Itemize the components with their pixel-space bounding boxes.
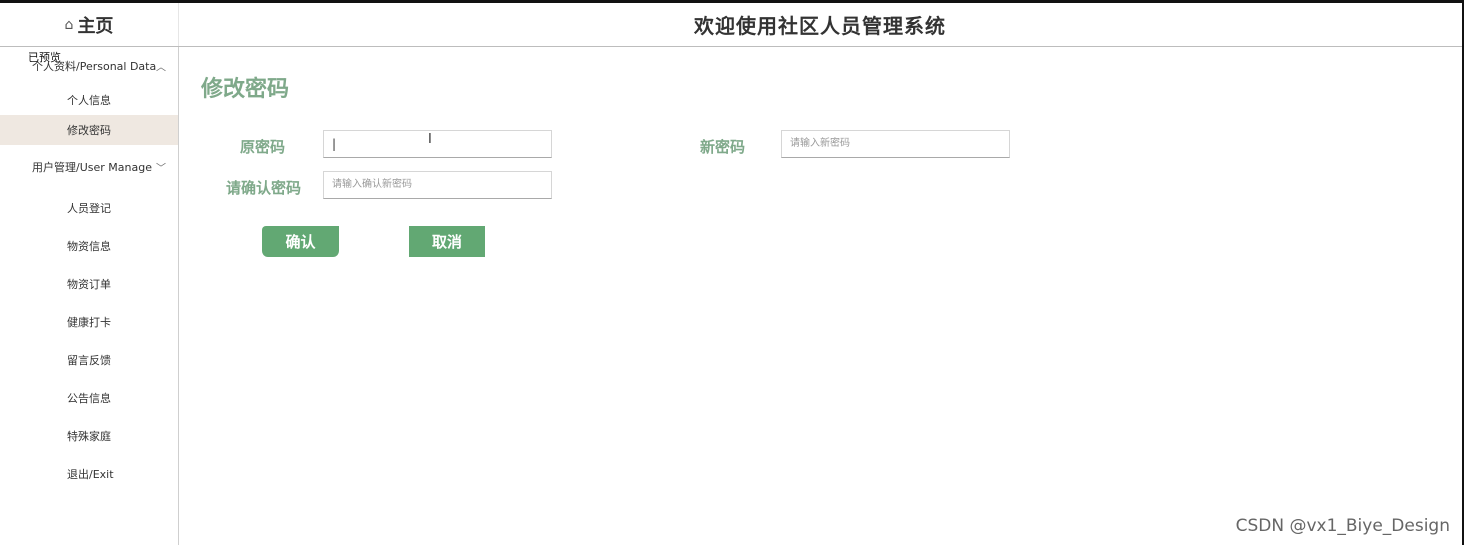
menu-group-label: 用户管理/User Manage: [32, 161, 152, 174]
text-caret: |: [332, 137, 337, 151]
old-password-label: 原密码: [239, 138, 285, 156]
sidebar-item-announcements[interactable]: 公告信息: [0, 379, 178, 417]
menu-group-user-manage[interactable]: 用户管理/User Manage ﹀: [0, 145, 178, 189]
cancel-button[interactable]: 取消: [409, 226, 485, 257]
sidebar-item-exit[interactable]: 退出/Exit: [0, 455, 178, 493]
page-title: 修改密码: [201, 77, 290, 102]
new-password-input[interactable]: 请输入新密码: [781, 130, 1010, 158]
sidebar-item-profile[interactable]: 个人信息: [0, 85, 178, 115]
sidebar-item-health-checkin[interactable]: 健康打卡: [0, 303, 178, 341]
header: ⌂ 主页 欢迎使用社区人员管理系统: [0, 3, 1462, 47]
mouse-cursor-icon: I: [428, 132, 432, 147]
main-content: 修改密码 原密码 | I 新密码 请输入新密码 请确认密码 请输入确认新密码 确…: [179, 47, 1462, 545]
home-icon: ⌂: [64, 16, 74, 33]
sidebar-item-supplies[interactable]: 物资信息: [0, 227, 178, 265]
menu-group-label: 个人资料/Personal Data: [32, 60, 157, 73]
old-password-input[interactable]: |: [323, 130, 552, 158]
system-title: 欢迎使用社区人员管理系统: [694, 14, 946, 38]
sidebar-item-orders[interactable]: 物资订单: [0, 265, 178, 303]
chevron-up-icon: ︿: [156, 62, 166, 74]
confirm-password-label: 请确认密码: [225, 179, 301, 197]
menu-group-personal[interactable]: 个人资料/Personal Data ︿: [0, 47, 178, 85]
sidebar-item-feedback[interactable]: 留言反馈: [0, 341, 178, 379]
home-link[interactable]: ⌂ 主页: [0, 3, 179, 46]
new-password-label: 新密码: [699, 138, 745, 156]
sidebar: 已预览 个人资料/Personal Data ︿ 个人信息 修改密码 用户管理/…: [0, 47, 179, 545]
watermark: CSDN @vx1_Biye_Design: [1235, 516, 1450, 536]
chevron-down-icon: ﹀: [156, 163, 166, 175]
confirm-password-input[interactable]: 请输入确认新密码: [323, 171, 552, 199]
confirm-button[interactable]: 确认: [262, 226, 339, 257]
sidebar-item-change-password[interactable]: 修改密码: [0, 115, 178, 145]
sidebar-item-special-families[interactable]: 特殊家庭: [0, 417, 178, 455]
home-label: 主页: [77, 15, 114, 37]
sidebar-item-registration[interactable]: 人员登记: [0, 189, 178, 227]
